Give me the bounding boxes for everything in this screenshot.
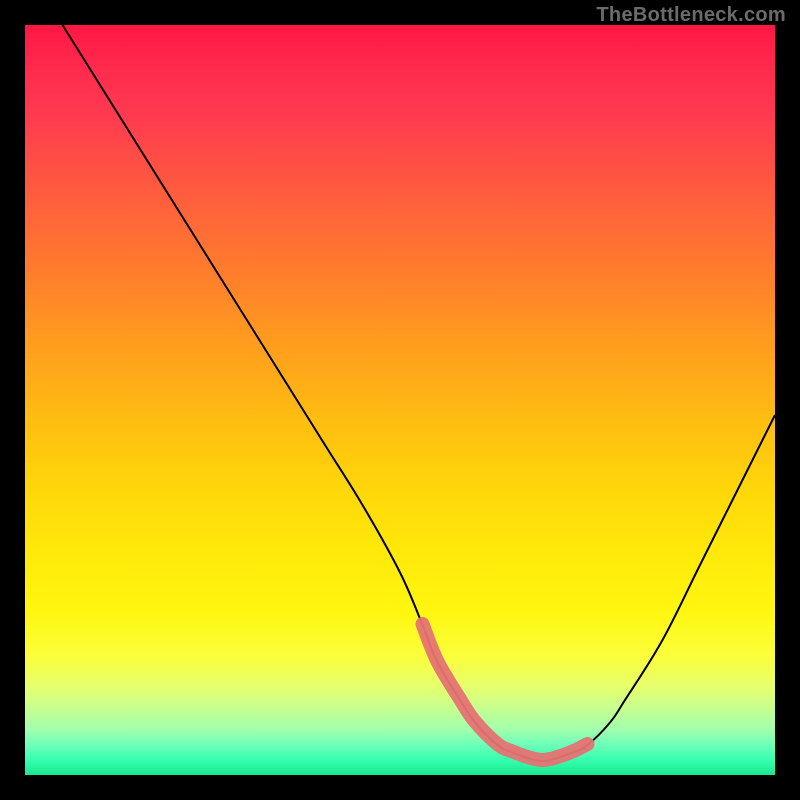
optimal-region-highlight <box>423 624 588 760</box>
watermark-text: TheBottleneck.com <box>596 4 786 27</box>
chart-frame: TheBottleneck.com <box>0 0 800 800</box>
bottleneck-curve-line <box>63 25 776 761</box>
bottleneck-curve-svg <box>25 25 775 775</box>
plot-area <box>25 25 775 775</box>
